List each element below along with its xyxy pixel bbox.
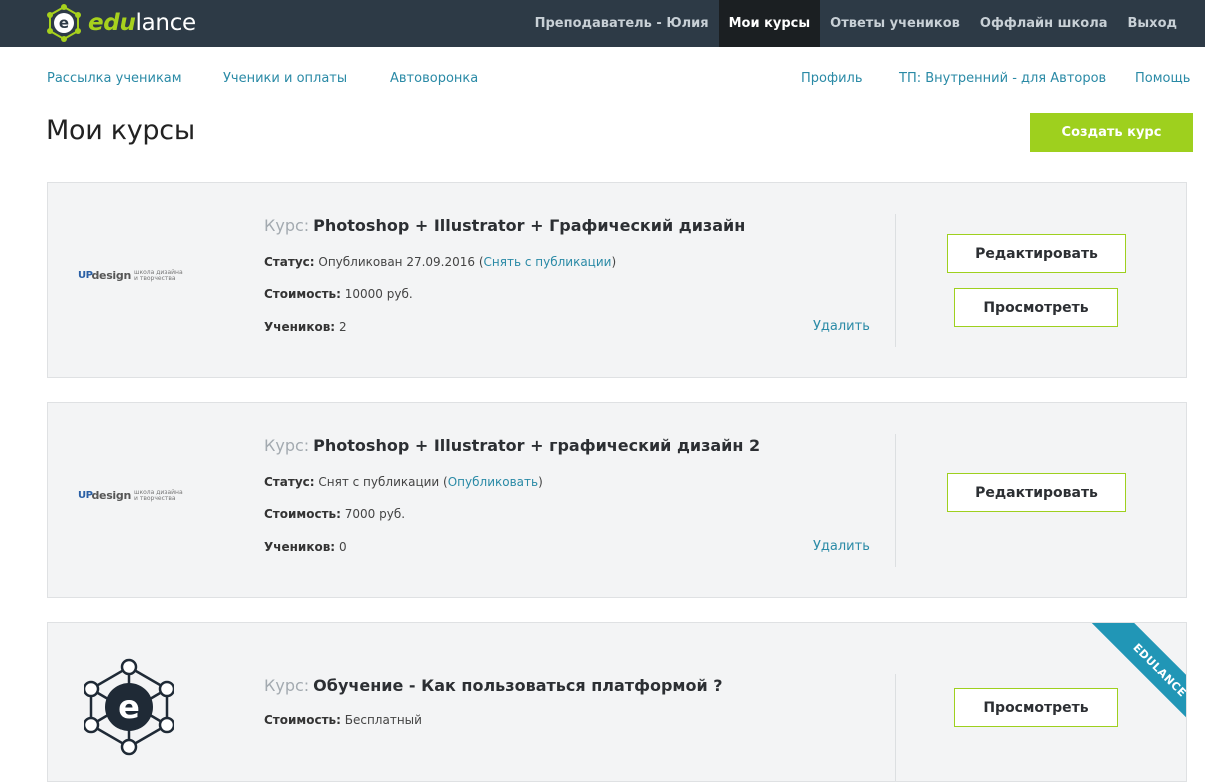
top-navigation: Преподаватель - Юлия Мои курсы Ответы уч… <box>525 0 1205 47</box>
students-count: 0 <box>338 540 347 554</box>
logo-up-text: UP <box>78 270 93 281</box>
updesign-logo: UP design школа дизайна и творчества <box>78 489 184 502</box>
edulance-ribbon-badge: EDULANCE <box>1085 623 1186 745</box>
course-info: Курс: Обучение - Как пользоваться платфор… <box>264 623 866 781</box>
edulance-hexagon-logo-icon: e <box>84 658 174 756</box>
price-value: Бесплатный <box>344 713 422 727</box>
edulance-logo[interactable]: e edulance <box>44 3 196 43</box>
card-divider <box>895 434 896 567</box>
price-label: Стоимость: <box>264 507 341 521</box>
status-label: Статус: <box>264 255 315 269</box>
create-course-button[interactable]: Создать курс <box>1030 113 1193 152</box>
course-info: Курс: Photoshop + Illustrator + Графическ… <box>264 183 866 377</box>
status-paren: ) <box>611 255 617 269</box>
status-value: Снят с публикации ( <box>318 475 448 489</box>
course-card: e Курс: Обучение - Как пользоваться платф… <box>47 622 1187 782</box>
course-thumbnail: UP design школа дизайна и творчества <box>78 489 188 502</box>
logo-design-text: design <box>91 489 132 502</box>
course-name[interactable]: Обучение - Как пользоваться платформой ? <box>313 676 722 695</box>
course-price: Стоимость: 10000 руб. <box>264 287 413 301</box>
course-label: Курс: <box>264 436 310 455</box>
students-label: Учеников: <box>264 320 336 334</box>
course-name[interactable]: Photoshop + Illustrator + графический ди… <box>313 436 760 455</box>
top-bar: e edulance Преподаватель - Юлия Мои курс… <box>0 0 1205 47</box>
course-card: UP design школа дизайна и творчества Кур… <box>47 182 1187 378</box>
page-title: Мои курсы <box>46 115 195 146</box>
course-students: Учеников: 2 <box>264 320 347 334</box>
course-info: Курс: Photoshop + Illustrator + графическ… <box>264 403 866 597</box>
edit-course-button[interactable]: Редактировать <box>947 234 1126 273</box>
course-students: Учеников: 0 <box>264 540 347 554</box>
subnav-students-payments[interactable]: Ученики и оплаты <box>223 71 347 86</box>
nav-offline-school[interactable]: Оффлайн школа <box>970 0 1118 47</box>
subnav-mailing[interactable]: Рассылка ученикам <box>47 71 182 86</box>
course-name[interactable]: Photoshop + Illustrator + Графический ди… <box>313 216 745 235</box>
nav-teacher-profile[interactable]: Преподаватель - Юлия <box>525 0 719 47</box>
course-card: UP design школа дизайна и творчества Кур… <box>47 402 1187 598</box>
logo-design-text: design <box>91 269 132 282</box>
nav-student-answers[interactable]: Ответы учеников <box>820 0 970 47</box>
course-thumbnail: UP design школа дизайна и творчества <box>78 269 188 282</box>
publish-link[interactable]: Опубликовать <box>448 475 538 489</box>
logo-up-text: UP <box>78 490 93 501</box>
status-label: Статус: <box>264 475 315 489</box>
price-value: 7000 руб. <box>344 507 406 521</box>
updesign-logo: UP design школа дизайна и творчества <box>78 269 184 282</box>
course-thumbnail: e <box>84 657 194 757</box>
logo-sub-text: школа дизайна и творчества <box>134 488 183 502</box>
logo-wordmark: edulance <box>88 10 196 36</box>
course-status: Статус: Снят с публикации (Опубликовать) <box>264 475 543 489</box>
ribbon-container: EDULANCE <box>1060 623 1186 752</box>
status-value: Опубликован 27.09.2016 ( <box>318 255 484 269</box>
delete-course-link[interactable]: Удалить <box>813 539 870 554</box>
delete-course-link[interactable]: Удалить <box>813 319 870 334</box>
logo-edu-text: edu <box>88 10 136 36</box>
students-label: Учеников: <box>264 540 336 554</box>
card-divider <box>895 214 896 347</box>
subnav-autofunnel[interactable]: Автоворонка <box>390 71 478 86</box>
logo-sub-text: школа дизайна и творчества <box>134 268 183 282</box>
course-label: Курс: <box>264 676 310 695</box>
course-title: Курс: Обучение - Как пользоваться платфор… <box>264 676 723 695</box>
subnav-profile[interactable]: Профиль <box>801 71 863 86</box>
svg-text:e: e <box>59 14 69 32</box>
card-divider <box>895 674 896 781</box>
nav-my-courses[interactable]: Мои курсы <box>718 0 821 47</box>
subnav-help[interactable]: Помощь <box>1135 71 1190 86</box>
course-price: Стоимость: Бесплатный <box>264 713 422 727</box>
logo-lance-text: lance <box>135 10 197 36</box>
price-label: Стоимость: <box>264 287 341 301</box>
svg-text:e: e <box>118 688 140 726</box>
view-course-button[interactable]: Просмотреть <box>954 288 1118 327</box>
edit-course-button[interactable]: Редактировать <box>947 473 1126 512</box>
nav-logout[interactable]: Выход <box>1118 0 1205 47</box>
status-paren: ) <box>538 475 543 489</box>
price-label: Стоимость: <box>264 713 341 727</box>
unpublish-link[interactable]: Снять с публикации <box>484 255 612 269</box>
hexagon-e-icon: e <box>47 4 81 42</box>
students-count: 2 <box>338 320 347 334</box>
course-price: Стоимость: 7000 руб. <box>264 507 405 521</box>
course-title: Курс: Photoshop + Illustrator + Графическ… <box>264 216 745 235</box>
course-status: Статус: Опубликован 27.09.2016 (Снять с … <box>264 255 616 269</box>
subnav-tariff[interactable]: ТП: Внутренний - для Авторов <box>899 71 1106 86</box>
course-label: Курс: <box>264 216 310 235</box>
course-title: Курс: Photoshop + Illustrator + графическ… <box>264 436 760 455</box>
price-value: 10000 руб. <box>344 287 413 301</box>
